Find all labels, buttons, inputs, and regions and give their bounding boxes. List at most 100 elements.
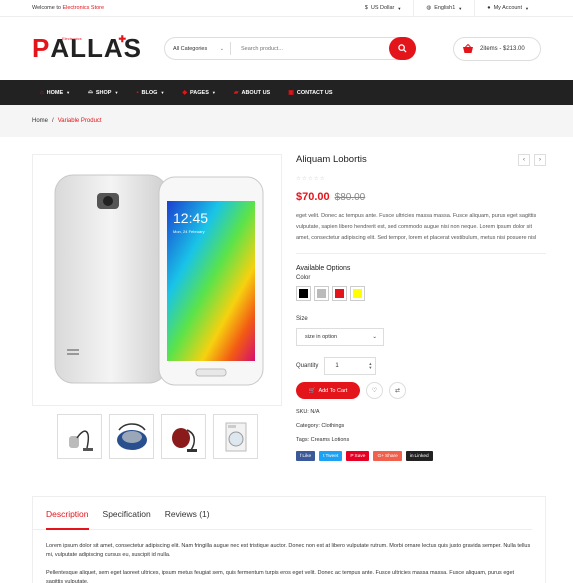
tweet-button[interactable]: t Tweet (319, 451, 343, 461)
rating-stars: ☆☆☆☆☆ (296, 176, 326, 182)
description-paragraph: Pellentesque aliquet, sem eget laoreet u… (46, 570, 515, 583)
quantity-row: Quantity 1 ▲ ▼ (296, 357, 546, 375)
thumbnail-vacuum-1[interactable] (57, 414, 102, 459)
linkedin-button[interactable]: in Linked (405, 451, 433, 461)
vacuum-image (68, 429, 93, 451)
add-to-cart-label: Add To Cart (318, 387, 348, 394)
language-dropdown[interactable]: ◍ English1 ▼ (413, 0, 474, 17)
linkedin-icon: in (409, 453, 414, 459)
account-label: My Account (493, 5, 523, 11)
search-bar: All Categories ⌄ (164, 37, 416, 60)
color-label: Color (296, 275, 311, 281)
contact-icon: ▣ (288, 90, 294, 96)
caret-down-icon: ▼ (397, 5, 402, 11)
logo-subtitle: Electronics (62, 35, 82, 41)
caret-down-icon: ▼ (525, 5, 529, 11)
chevron-right-icon[interactable]: › (534, 154, 546, 166)
swatch-red[interactable] (332, 286, 347, 301)
tab-list: Description Specification Reviews (1) (33, 497, 532, 530)
breadcrumb-separator: / (52, 118, 54, 124)
logo[interactable]: P ALLAS Electronics ✚ (32, 33, 141, 64)
welcome-text: Welcome to Electronics Store (32, 5, 104, 11)
thumbnail-washer[interactable] (213, 414, 258, 459)
store-name: Electronics Store (62, 5, 105, 11)
chevron-down-icon: ⌄ (219, 45, 224, 52)
product-meta: SKU: N/A Category: Clothings Tags: Cream… (296, 409, 546, 443)
twitter-icon: t (323, 453, 325, 459)
size-select[interactable]: size in option ⌄ (296, 328, 384, 346)
washing-machine-image (225, 422, 246, 451)
swatch-gray[interactable] (314, 286, 329, 301)
pinterest-save-button[interactable]: P Save (346, 451, 370, 461)
product-main-image[interactable]: 12:45 Mon, 24 February (32, 154, 282, 406)
search-icon (398, 44, 407, 53)
svg-text:Mon, 24 February: Mon, 24 February (173, 229, 205, 234)
heart-icon: ♡ (371, 388, 378, 394)
cart-summary: 2items - $213.00 (480, 45, 525, 52)
user-icon: ● (487, 5, 491, 11)
size-label: Size (296, 316, 308, 322)
logo-letter: P (32, 33, 51, 63)
quantity-stepper[interactable]: 1 ▲ ▼ (324, 357, 377, 375)
quantity-label: Quantity (296, 363, 319, 369)
nav-label: BLOG (141, 89, 158, 96)
swatch-yellow[interactable] (350, 286, 365, 301)
google-share-button[interactable]: G+ Share (373, 451, 402, 461)
vacuum-image (116, 422, 147, 450)
basket-icon: ⌓ (88, 89, 93, 95)
wishlist-button[interactable]: ♡ (366, 382, 383, 399)
nav-blog[interactable]: ▪ BLOG ▼ (136, 90, 164, 96)
add-to-cart-button[interactable]: 🛒 Add To Cart (296, 382, 360, 399)
share-label: Share (385, 453, 398, 459)
category-select[interactable]: All Categories ⌄ (165, 42, 231, 55)
google-plus-icon: G+ (377, 453, 384, 459)
swatch-black[interactable] (296, 286, 311, 301)
nav-label: CONTACT US (296, 89, 333, 96)
cart-button[interactable]: 2items - $213.00 (453, 36, 541, 61)
breadcrumb-current: Variable Product (57, 118, 102, 124)
compare-icon: ⇄ (394, 388, 401, 394)
share-buttons: f Like t Tweet P Save G+ Share in Linked (296, 451, 546, 461)
currency-dropdown[interactable]: $ US Dollar ▼ (353, 0, 414, 17)
account-dropdown[interactable]: ● My Account ▼ (474, 0, 541, 17)
tab-specification[interactable]: Specification (103, 509, 151, 530)
nav-home[interactable]: ⌂ HOME ▼ (40, 90, 70, 96)
cart-icon: 🛒 (308, 387, 316, 394)
caret-down-icon: ▼ (66, 90, 71, 95)
nav-contact[interactable]: ▣ CONTACT US (288, 89, 333, 97)
nav-pages[interactable]: ◆ PAGES ▼ (182, 89, 215, 97)
thumbnail-list (57, 414, 258, 459)
available-options-heading: Available Options (296, 265, 351, 272)
currency-label: US Dollar (370, 5, 395, 11)
compare-button[interactable]: ⇄ (389, 382, 406, 399)
nav-shop[interactable]: ⌓ SHOP ▼ (88, 89, 118, 96)
search-input[interactable] (231, 38, 415, 59)
chevron-down-icon: ⌄ (372, 334, 377, 340)
facebook-like-button[interactable]: f Like (296, 451, 316, 461)
basket-icon (463, 43, 473, 53)
caret-down-icon: ▼ (160, 90, 165, 95)
share-label: Linked (414, 453, 429, 459)
search-button[interactable] (389, 37, 416, 60)
top-bar: Welcome to Electronics Store $ US Dollar… (0, 0, 573, 17)
product-description: eget velit. Donec ac tempus ante. Fusce … (296, 211, 546, 254)
home-icon: ⌂ (40, 89, 44, 96)
tab-reviews[interactable]: Reviews (1) (165, 509, 210, 530)
sku: SKU: N/A (296, 409, 320, 415)
tab-description[interactable]: Description (46, 509, 89, 530)
breadcrumb-home[interactable]: Home (32, 118, 48, 124)
product-actions: 🛒 Add To Cart ♡ ⇄ (296, 382, 546, 399)
svg-text:12:45: 12:45 (173, 210, 208, 226)
nav-label: ABOUT US (241, 89, 271, 96)
spinner-icon[interactable]: ▲ ▼ (368, 362, 372, 370)
product-title: Aliquam Lobortis (296, 154, 367, 165)
thumbnail-vacuum-3[interactable] (161, 414, 206, 459)
product-info: Aliquam Lobortis ‹ › ☆☆☆☆☆ $70.00 $80.00… (296, 154, 546, 461)
share-label: Like (302, 453, 312, 459)
product-tabs: Description Specification Reviews (1) Lo… (32, 496, 546, 583)
nav-about[interactable]: ▰ ABOUT US (234, 89, 271, 97)
caret-down-icon: ▼ (114, 90, 119, 95)
chevron-left-icon[interactable]: ‹ (518, 154, 530, 166)
thumbnail-vacuum-2[interactable] (109, 414, 154, 459)
share-label: Tweet (325, 453, 339, 459)
